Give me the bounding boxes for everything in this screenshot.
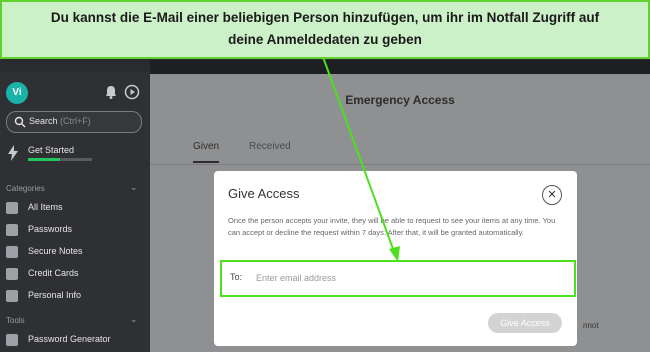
annotation-banner: Du kannst die E-Mail einer beliebigen Pe… (0, 0, 650, 59)
annotation-line-1: Du kannst die E-Mail einer beliebigen Pe… (50, 10, 600, 25)
password-icon (6, 224, 18, 236)
tab-received[interactable]: Received (249, 141, 291, 152)
search-input[interactable]: Search (Ctrl+F) (6, 111, 142, 133)
grid-icon (6, 202, 18, 214)
main-title-bar (150, 60, 650, 74)
annotation-line-2: deine Anmeldedaten zu geben (228, 32, 422, 47)
sidebar-item-label: Secure Notes (28, 246, 83, 256)
tools-heading: Tools (6, 316, 25, 325)
generator-icon (6, 334, 18, 346)
to-label: To: (230, 272, 243, 282)
get-started-label: Get Started (28, 145, 75, 155)
chevron-down-icon[interactable]: ⌄ (130, 314, 138, 325)
sidebar-item-secure-notes[interactable]: Secure Notes (6, 244, 146, 260)
sidebar-item-passwords[interactable]: Passwords (6, 222, 146, 238)
sidebar-item-personal-info[interactable]: Personal Info (6, 288, 146, 304)
sidebar-item-label: Password Generator (28, 334, 111, 344)
note-icon (6, 246, 18, 258)
sidebar-item-password-generator[interactable]: Password Generator (6, 332, 146, 348)
sidebar-item-credit-cards[interactable]: Credit Cards (6, 266, 146, 282)
sidebar-item-all-items[interactable]: All Items (6, 200, 146, 216)
search-label-text: Search (29, 116, 58, 126)
sidebar-item-label: Personal Info (28, 290, 82, 300)
search-icon (14, 116, 26, 128)
credit-card-icon (6, 268, 18, 280)
sidebar-item-label: All Items (28, 202, 63, 212)
tab-bar: Given Received (150, 132, 650, 165)
chevron-down-icon[interactable]: ⌄ (130, 182, 138, 193)
modal-description: Once the person accepts your invite, the… (228, 216, 556, 237)
lightning-icon (8, 145, 18, 161)
email-field[interactable]: To: (220, 260, 576, 297)
avatar[interactable]: Vi (6, 82, 28, 104)
person-icon (6, 290, 18, 302)
email-input[interactable] (254, 268, 558, 288)
close-icon[interactable]: ✕ (542, 185, 562, 205)
bell-icon[interactable] (103, 84, 119, 100)
page-title: Emergency Access (345, 93, 455, 107)
get-started-progress (28, 158, 92, 161)
tab-given[interactable]: Given (193, 141, 220, 163)
play-circle-icon[interactable] (124, 84, 140, 100)
search-label: Search (Ctrl+F) (29, 116, 91, 126)
search-shortcut: (Ctrl+F) (60, 116, 91, 126)
give-access-button[interactable]: Give Access (488, 313, 562, 333)
categories-heading: Categories (6, 184, 45, 193)
sidebar-item-label: Passwords (28, 224, 73, 234)
sidebar-item-label: Credit Cards (28, 268, 79, 278)
modal-title: Give Access (228, 186, 300, 201)
background-text: nnot (583, 321, 599, 330)
